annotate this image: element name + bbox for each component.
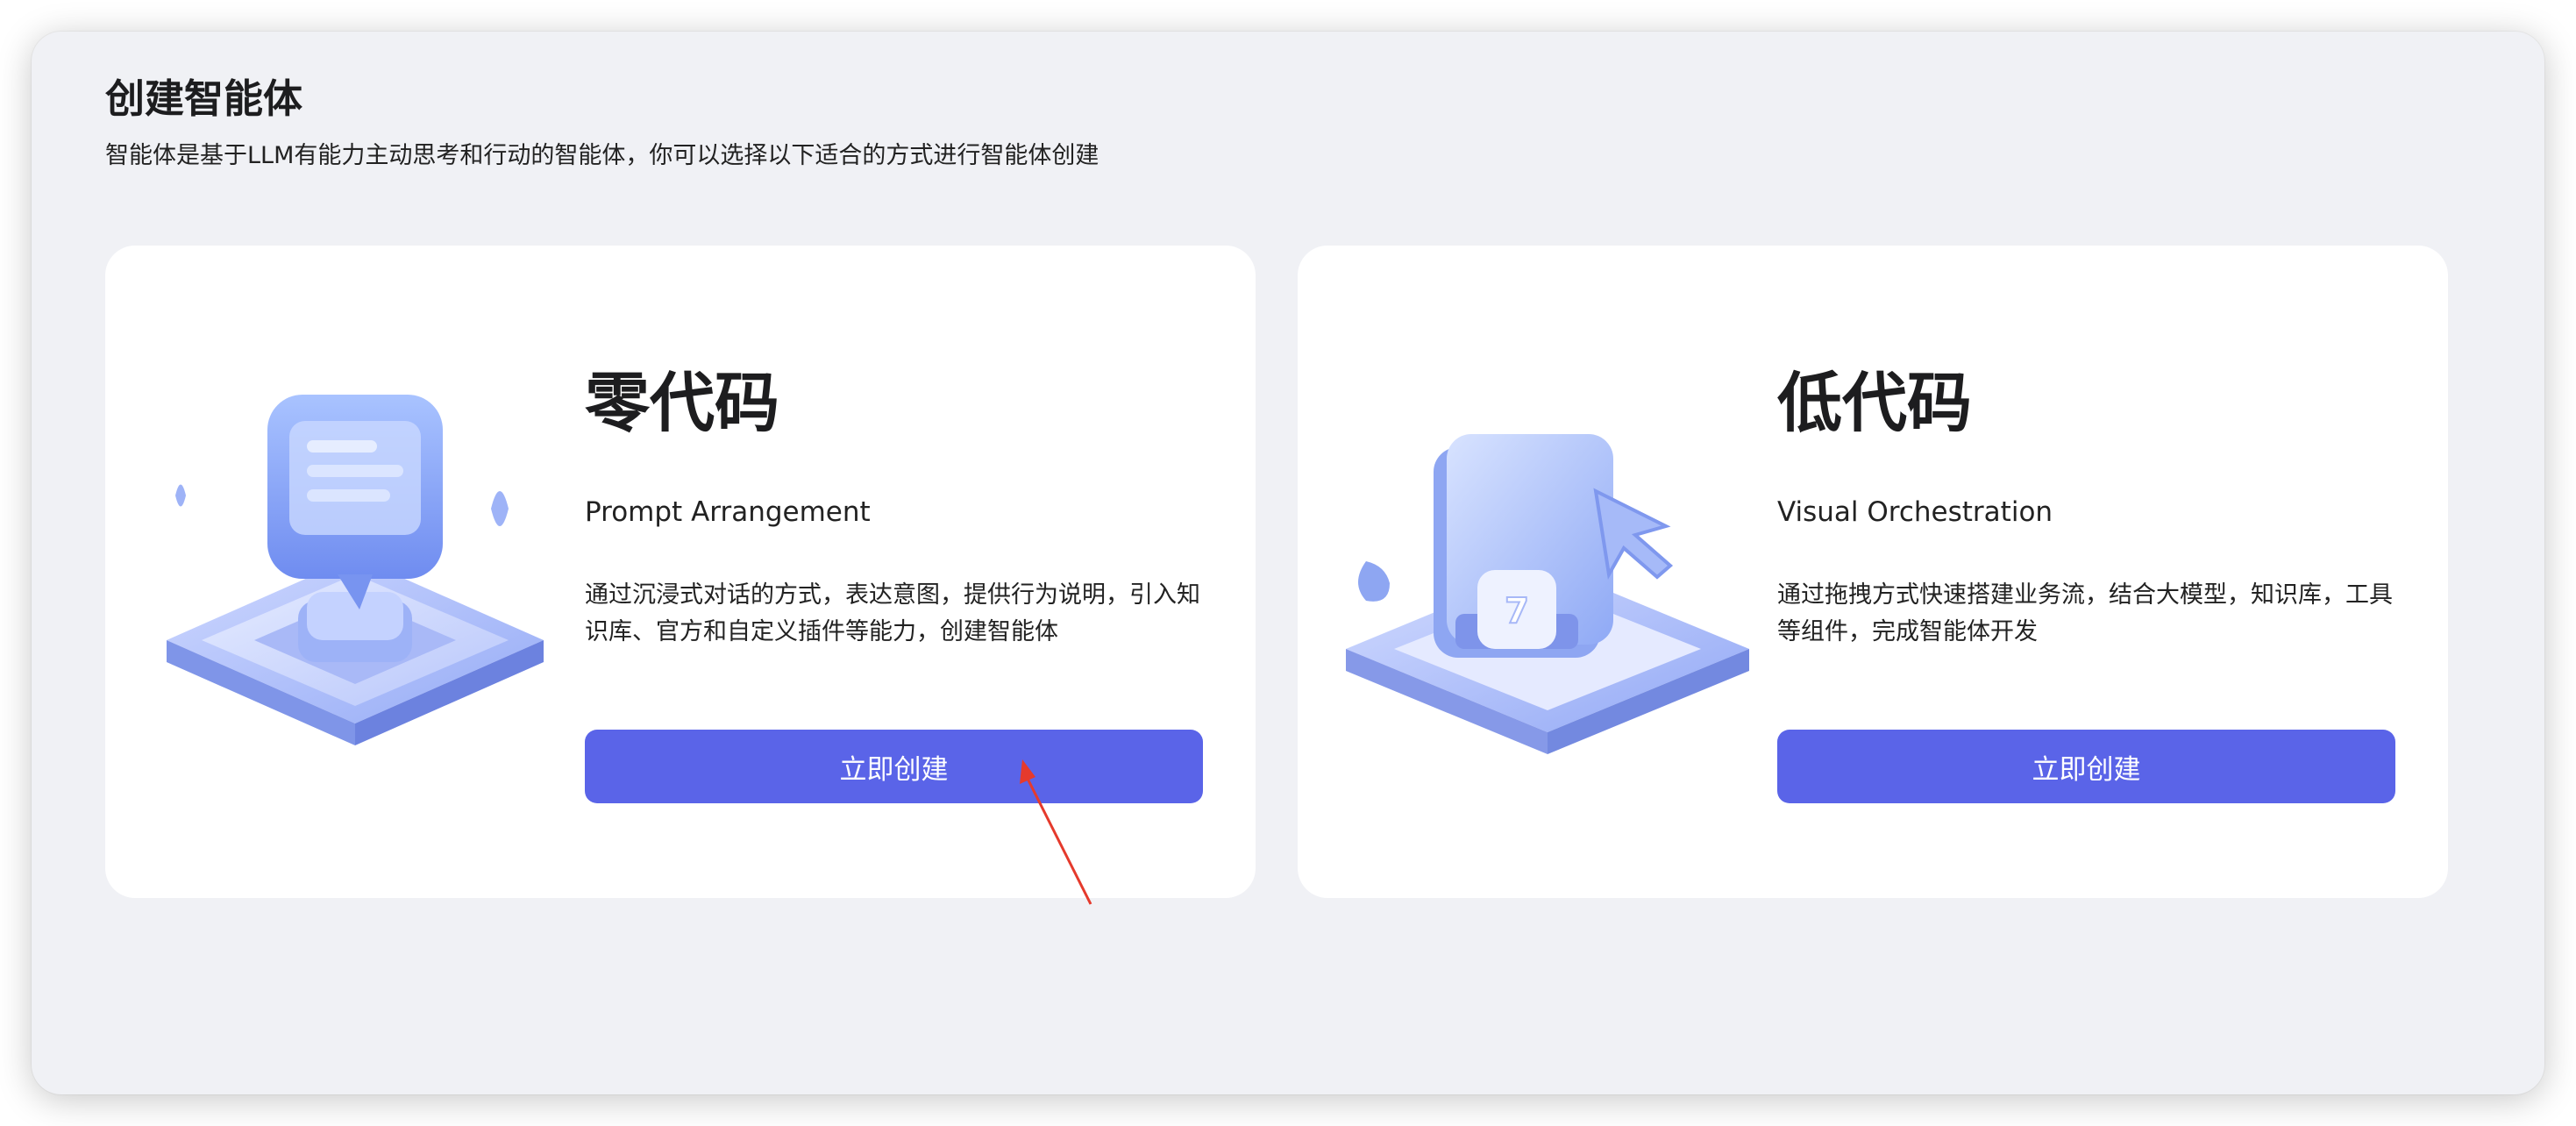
chat-bubble-illustration: [167, 395, 544, 745]
drag-cursor-illustration: 7: [1346, 434, 1749, 754]
page-title: 创建智能体: [105, 75, 303, 122]
create-low-code-button[interactable]: 立即创建: [1777, 730, 2395, 803]
card-subtitle: Visual Orchestration: [1777, 496, 2053, 528]
app-window: 创建智能体 智能体是基于LLM有能力主动思考和行动的智能体，你可以选择以下适合的…: [32, 32, 2544, 1094]
card-title: 零代码: [585, 366, 779, 441]
page-subtitle: 智能体是基于LLM有能力主动思考和行动的智能体，你可以选择以下适合的方式进行智能…: [105, 142, 1099, 169]
card-description: 通过拖拽方式快速搭建业务流，结合大模型，知识库，工具等组件，完成智能体开发: [1777, 581, 2393, 645]
card-description: 通过沉浸式对话的方式，表达意图，提供行为说明，引入知识库、官方和自定义插件等能力…: [585, 581, 1200, 645]
svg-text:7: 7: [1505, 591, 1529, 631]
create-zero-code-button[interactable]: 立即创建: [585, 730, 1203, 803]
card-subtitle: Prompt Arrangement: [585, 496, 871, 528]
low-code-card: 7 低代码 Visual Orchestration 通过拖拽方式快速搭建业务流…: [1298, 246, 2448, 898]
card-title: 低代码: [1777, 366, 1972, 441]
zero-code-card: 零代码 Prompt Arrangement 通过沉浸式对话的方式，表达意图，提…: [105, 246, 1256, 898]
